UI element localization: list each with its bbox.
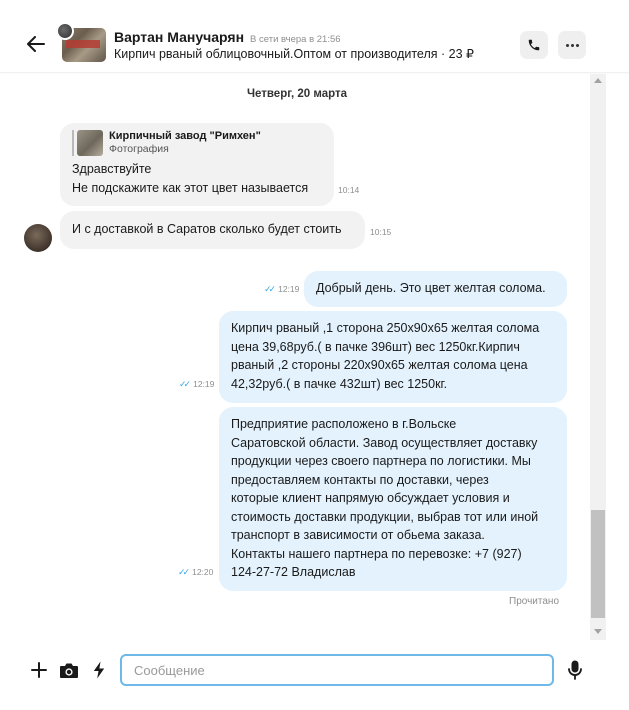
back-button[interactable] (22, 30, 50, 58)
date-separator: Четверг, 20 марта (246, 88, 348, 100)
title-row: Вартан Манучарян В сети вчера в 21:56 (114, 29, 341, 45)
message-text: Не подскажите как этот цвет называется (72, 180, 309, 195)
message-composer (0, 640, 629, 710)
avatar[interactable] (24, 224, 52, 252)
message-bubble-incoming[interactable]: И с доставкой в Саратов сколько будет ст… (60, 211, 365, 249)
message-text: 124-27-72 Владислав (231, 565, 356, 579)
read-status: Прочитано (509, 596, 559, 607)
message-time: 12:20 (192, 567, 214, 577)
message-time: 12:19 (193, 379, 215, 389)
call-button[interactable] (520, 31, 548, 59)
quick-reply-button[interactable] (87, 658, 111, 682)
message-status: ✓✓ 12:19 (264, 284, 299, 295)
message-text: транспорт в зависимости от обьема заказа… (231, 528, 485, 542)
message-bubble-outgoing[interactable]: Добрый день. Это цвет желтая солома. (304, 271, 567, 307)
message-text: Саратовской области. Завод осуществляет … (231, 435, 538, 450)
quote-title: Кирпичный завод "Римхен" (109, 130, 261, 142)
listing-title[interactable]: Кирпич рваный облицовочный.Оптом от прои… (114, 46, 474, 61)
attach-button[interactable] (27, 658, 51, 682)
voice-message-button[interactable] (563, 658, 587, 682)
message-text: Кирпич рваный ,1 сторона 250х90х65 желта… (231, 321, 540, 335)
scrollbar-thumb[interactable] (591, 510, 605, 618)
message-text: Здравствуйте (72, 162, 152, 176)
double-check-icon: ✓✓ (178, 567, 190, 577)
message-text: продукции через своего партнера по логис… (231, 454, 531, 468)
message-bubble-outgoing[interactable]: Предприятие расположено в г.Вольске Сара… (219, 407, 567, 591)
message-text: предоставляем контакты по доставки, чере… (231, 472, 489, 487)
message-time: 10:14 (338, 185, 360, 195)
listing-thumbnail[interactable] (56, 22, 106, 64)
message-text: 42,32руб.( в пачке 432шт) вес 1250кг. (231, 376, 448, 391)
chat-header: Вартан Манучарян В сети вчера в 21:56 Ки… (0, 0, 629, 84)
plus-icon (31, 662, 47, 678)
message-text: цена 39,68руб.( в пачке 396шт) вес 1250к… (231, 339, 520, 354)
quote-thumbnail (77, 130, 103, 156)
more-icon (565, 43, 579, 47)
double-check-icon: ✓✓ (179, 379, 191, 389)
message-text: И с доставкой в Саратов сколько будет ст… (72, 222, 342, 236)
back-arrow-icon (27, 36, 45, 52)
more-button[interactable] (558, 31, 586, 59)
quote-subtitle: Фотография (109, 143, 169, 155)
message-bubble-outgoing[interactable]: Кирпич рваный ,1 сторона 250х90х65 желта… (219, 311, 567, 403)
message-text: рваный ,2 стороны 220х90х65 желтая солом… (231, 358, 528, 372)
camera-icon (60, 663, 78, 678)
message-time: 12:19 (278, 284, 300, 294)
message-text: Добрый день. Это цвет желтая солома. (316, 281, 546, 295)
message-text: которые клиент напрямую обсуждает услови… (231, 491, 510, 505)
message-text: Предприятие расположено в г.Вольске (231, 417, 457, 431)
lightning-icon (93, 661, 105, 679)
message-text: Контакты нашего партнера по перевозке: +… (231, 546, 522, 561)
quoted-listing[interactable]: Кирпичный завод "Римхен" Фотография (72, 130, 322, 156)
camera-button[interactable] (57, 658, 81, 682)
contact-name[interactable]: Вартан Манучарян (114, 29, 244, 45)
online-status: В сети вчера в 21:56 (250, 34, 341, 45)
avatar (56, 22, 74, 40)
scroll-up-arrow-icon[interactable] (594, 78, 602, 83)
message-text: стоимость доставки продукции, выбрав тот… (231, 509, 539, 524)
scrollbar[interactable] (590, 74, 606, 640)
microphone-icon (568, 660, 582, 680)
message-list[interactable]: Четверг, 20 марта Кирпичный завод "Римхе… (0, 74, 629, 640)
message-time: 10:15 (370, 227, 392, 237)
double-check-icon: ✓✓ (264, 284, 276, 294)
message-status: ✓✓ 12:19 (179, 379, 214, 390)
phone-icon (528, 39, 540, 51)
message-bubble-incoming[interactable]: Кирпичный завод "Римхен" Фотография Здра… (60, 123, 334, 206)
message-input[interactable] (120, 654, 554, 686)
message-status: ✓✓ 12:20 (178, 567, 213, 578)
scroll-down-arrow-icon[interactable] (594, 629, 602, 634)
